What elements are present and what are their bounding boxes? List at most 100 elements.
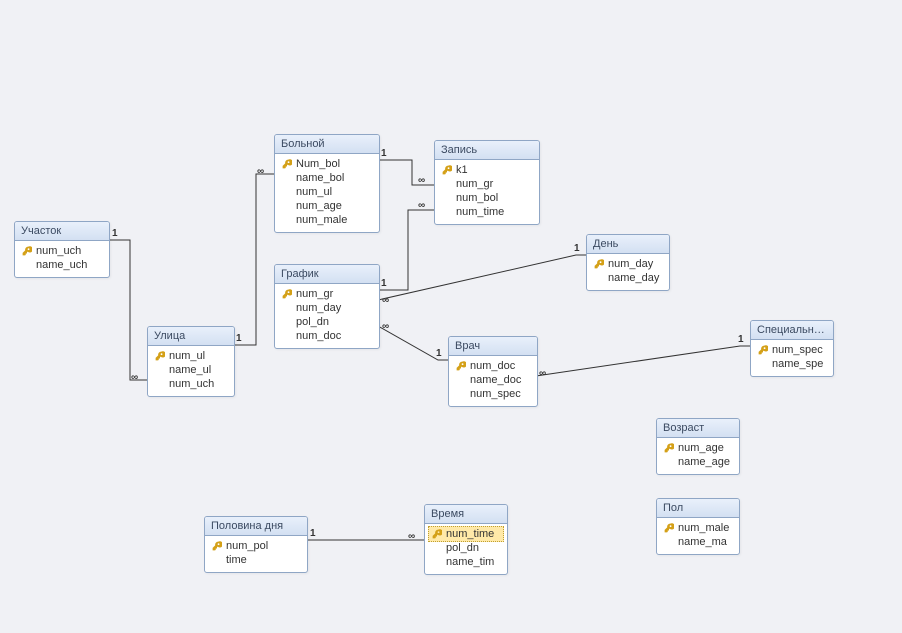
entity-header[interactable]: День [587, 235, 669, 254]
field-row[interactable]: pol_dn [279, 315, 375, 329]
primary-key-icon [281, 289, 293, 299]
entity-uchastok[interactable]: Участок num_uch name_uch [14, 221, 110, 278]
field-row[interactable]: name_day [591, 271, 665, 285]
field-name: num_uch [36, 245, 81, 257]
entity-header[interactable]: Время [425, 505, 507, 524]
conn-label-one: 1 [574, 243, 580, 254]
entity-pol[interactable]: Пол num_malename_ma [656, 498, 740, 555]
field-row[interactable]: num_gr [279, 287, 375, 301]
primary-key-icon [663, 443, 675, 453]
entity-header[interactable]: Возраст [657, 419, 739, 438]
field-row[interactable]: Num_bol [279, 157, 375, 171]
entity-body: num_dayname_day [587, 254, 669, 290]
conn-label-many: ∞ [418, 200, 424, 211]
field-name: num_male [678, 522, 729, 534]
conn-label-one: 1 [381, 148, 387, 159]
entity-body: num_specname_spe [751, 340, 833, 376]
entity-header[interactable]: Улица [148, 327, 234, 346]
conn-label-one: 1 [310, 528, 316, 539]
entity-polovina[interactable]: Половина дняnum_poltime [204, 516, 308, 573]
primary-key-icon [154, 351, 166, 361]
field-name: num_spec [470, 388, 521, 400]
field-row[interactable]: name_ul [152, 363, 230, 377]
primary-key-icon [21, 246, 33, 256]
field-row[interactable]: num_gr [439, 177, 535, 191]
field-row[interactable]: pol_dn [429, 541, 503, 555]
field-name: Num_bol [296, 158, 340, 170]
conn-label-many: ∞ [408, 531, 414, 542]
field-row[interactable]: num_doc [279, 329, 375, 343]
field-row[interactable]: num_spec [755, 343, 829, 357]
field-row[interactable]: num_ul [279, 185, 375, 199]
field-row[interactable]: num_day [591, 257, 665, 271]
field-row[interactable]: num_ul [152, 349, 230, 363]
entity-header[interactable]: Врач [449, 337, 537, 356]
field-row[interactable]: num_day [279, 301, 375, 315]
field-row[interactable]: num_pol [209, 539, 303, 553]
field-row[interactable]: num_age [661, 441, 735, 455]
entity-body: num_agename_age [657, 438, 739, 474]
entity-header[interactable]: Специальн… [751, 321, 833, 340]
entity-header[interactable]: Участок [15, 222, 109, 241]
field-name: name_age [678, 456, 730, 468]
conn-label-many: ∞ [382, 321, 388, 332]
field-row[interactable]: name_uch [19, 258, 105, 272]
field-name: num_gr [456, 178, 493, 190]
field-row[interactable]: k1 [439, 163, 535, 177]
field-name: num_pol [226, 540, 268, 552]
entity-grafik[interactable]: Графикnum_grnum_daypol_dnnum_doc [274, 264, 380, 349]
field-row[interactable]: num_time [428, 526, 504, 542]
conn-label-one: 1 [236, 333, 242, 344]
field-row[interactable]: num_male [279, 213, 375, 227]
field-row[interactable]: num_male [661, 521, 735, 535]
entity-vrach[interactable]: Врач num_docname_docnum_spec [448, 336, 538, 407]
field-row[interactable]: name_spe [755, 357, 829, 371]
field-row[interactable]: name_tim [429, 555, 503, 569]
primary-key-icon [431, 529, 443, 539]
entity-header[interactable]: Пол [657, 499, 739, 518]
entity-body: num_ulname_ulnum_uch [148, 346, 234, 396]
field-row[interactable]: name_doc [453, 373, 533, 387]
entity-special[interactable]: Специальн…num_specname_spe [750, 320, 834, 377]
field-name: num_time [446, 528, 494, 540]
entity-ulica[interactable]: Улицаnum_ulname_ulnum_uch [147, 326, 235, 397]
conn-label-many: ∞ [418, 175, 424, 186]
field-row[interactable]: num_uch [19, 244, 105, 258]
entity-header[interactable]: График [275, 265, 379, 284]
field-name: name_bol [296, 172, 344, 184]
field-row[interactable]: num_age [279, 199, 375, 213]
entity-vremya[interactable]: Время num_timepol_dnname_tim [424, 504, 508, 575]
entity-den[interactable]: Деньnum_dayname_day [586, 234, 670, 291]
conn-label-one: 1 [381, 278, 387, 289]
field-row[interactable]: num_doc [453, 359, 533, 373]
conn-label-many: ∞ [382, 295, 388, 306]
field-name: num_gr [296, 288, 333, 300]
field-name: name_uch [36, 259, 87, 271]
field-name: num_ul [296, 186, 332, 198]
field-name: num_uch [169, 378, 214, 390]
entity-zapis[interactable]: Запись k1num_gr num_bol num_time [434, 140, 540, 225]
field-row[interactable]: num_uch [152, 377, 230, 391]
field-row[interactable]: num_bol [439, 191, 535, 205]
field-row[interactable]: time [209, 553, 303, 567]
entity-vozrast[interactable]: Возрастnum_agename_age [656, 418, 740, 475]
entity-body: num_grnum_daypol_dnnum_doc [275, 284, 379, 348]
field-row[interactable]: num_time [439, 205, 535, 219]
field-name: num_time [456, 206, 504, 218]
field-row[interactable]: name_ma [661, 535, 735, 549]
field-name: num_bol [456, 192, 498, 204]
field-row[interactable]: name_bol [279, 171, 375, 185]
conn-label-many: ∞ [257, 166, 263, 177]
entity-header[interactable]: Запись [435, 141, 539, 160]
field-row[interactable]: num_spec [453, 387, 533, 401]
conn-label-many: ∞ [539, 368, 545, 379]
field-name: num_doc [296, 330, 341, 342]
field-row[interactable]: name_age [661, 455, 735, 469]
entity-body: num_poltime [205, 536, 307, 572]
entity-header[interactable]: Половина дня [205, 517, 307, 536]
conn-label-many: ∞ [131, 372, 137, 383]
conn-label-one: 1 [112, 228, 118, 239]
entity-header[interactable]: Больной [275, 135, 379, 154]
entity-bolnoi[interactable]: Больной Num_bol name_bol num_ulnum_agenum_m… [274, 134, 380, 233]
field-name: name_day [608, 272, 659, 284]
